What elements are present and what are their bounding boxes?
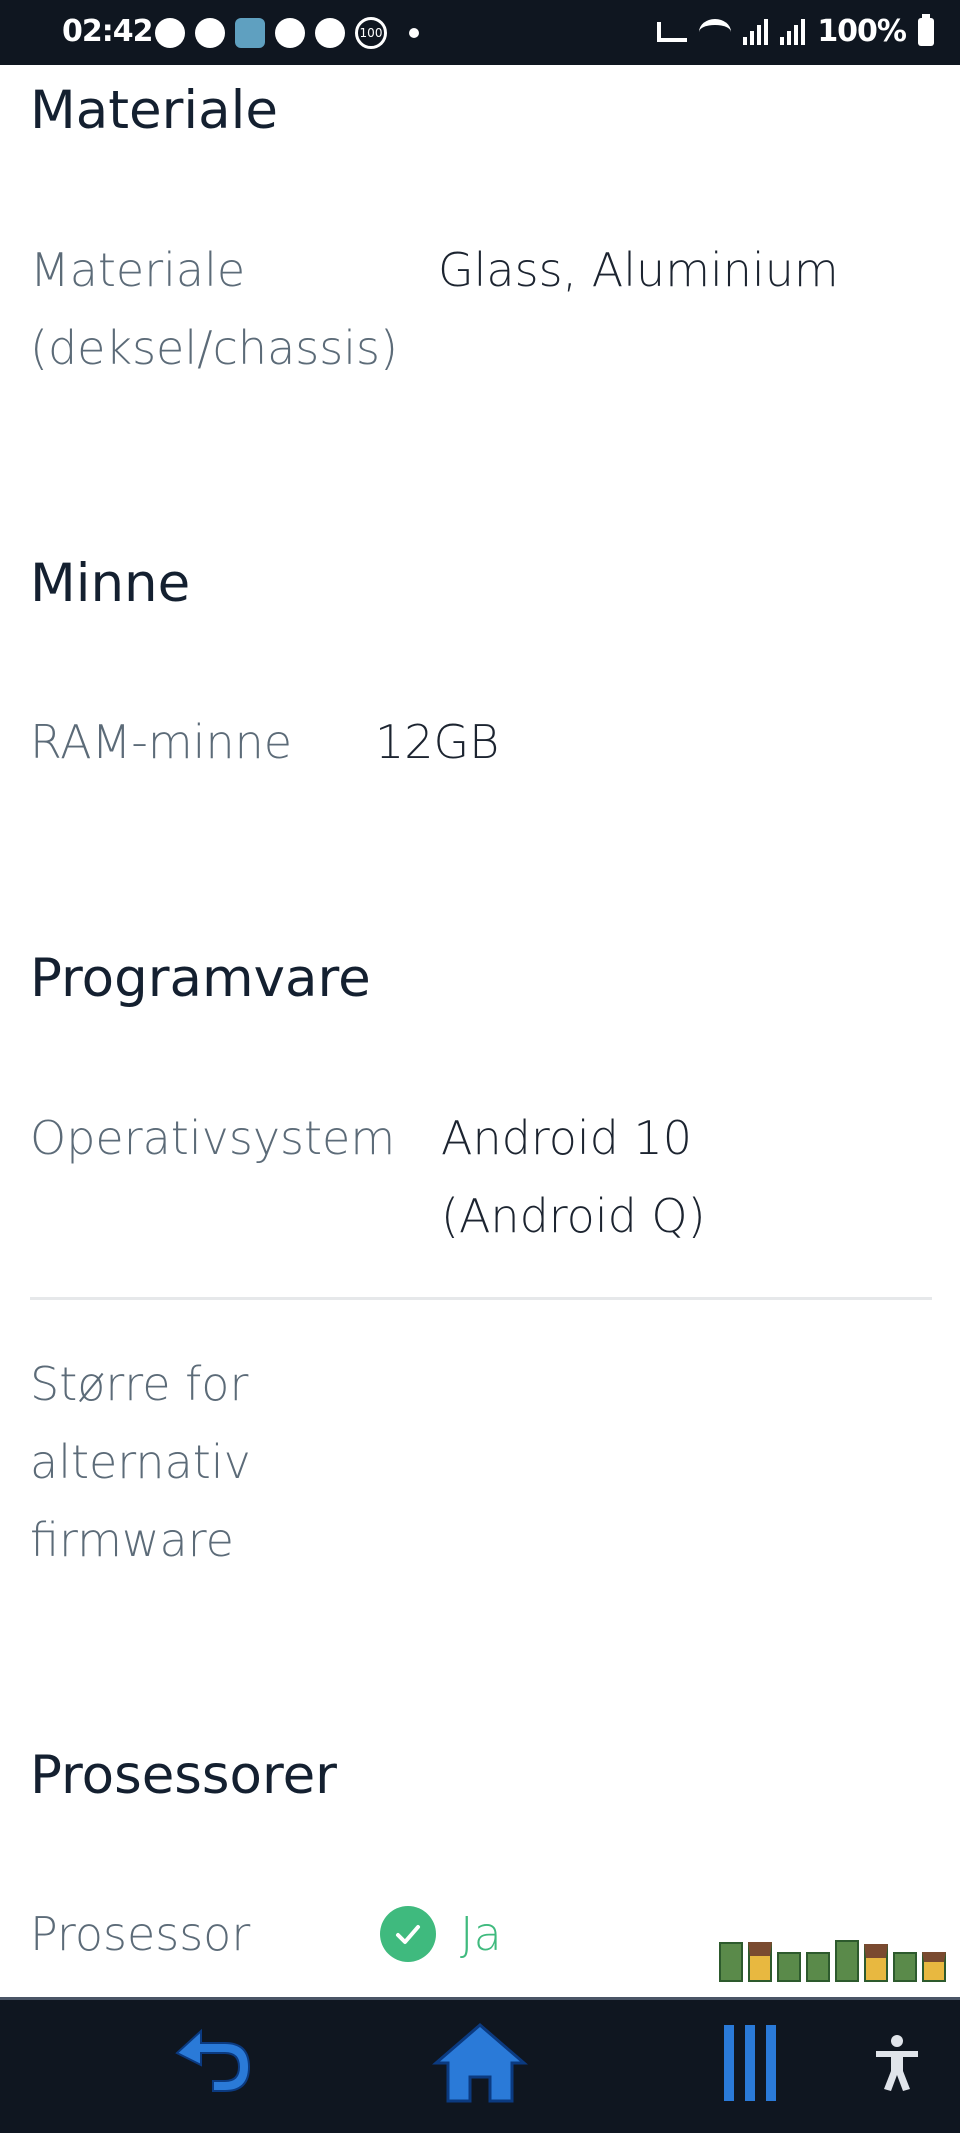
status-bar: 02:42 100 100% <box>0 0 960 65</box>
game-controller-icon <box>195 18 225 48</box>
status-time: 02:42 <box>62 14 153 49</box>
battery-icon <box>918 13 934 46</box>
discord-icon <box>315 18 345 48</box>
section-title-prosessorer: Prosessorer <box>30 1745 337 1806</box>
signal-1-icon <box>743 18 769 45</box>
status-right: 100% <box>657 13 934 49</box>
mini-bar <box>835 1940 859 1982</box>
mini-bar <box>893 1952 917 1982</box>
mini-bar-widget <box>719 1940 946 1982</box>
mini-bar <box>922 1952 946 1982</box>
mini-bar <box>864 1944 888 1982</box>
spec-value-ram: 12GB <box>375 715 500 769</box>
spec-value-os: Android 10 (Android Q) <box>441 1111 706 1243</box>
mini-bar <box>748 1942 772 1982</box>
mini-bar <box>806 1952 830 1982</box>
facebook-icon <box>275 18 305 48</box>
spec-label-prosessor: Prosessor <box>30 1907 251 1961</box>
home-icon <box>432 2023 528 2103</box>
wifi-icon <box>699 18 732 45</box>
spec-label-firmware: Større for alternativ firmware <box>30 1357 251 1567</box>
section-title-materiale: Materiale <box>30 80 278 141</box>
home-button[interactable] <box>430 2018 530 2108</box>
messages-icon <box>155 18 185 48</box>
spec-label-materiale: Materiale (deksel/chassis) <box>30 243 398 375</box>
spec-value-materiale: Glass, Aluminium <box>438 243 839 297</box>
sleep-mode-icon <box>657 21 688 42</box>
battery-percent: 100% <box>817 14 907 49</box>
accessibility-button[interactable] <box>852 2018 942 2108</box>
row-divider <box>30 1297 932 1300</box>
section-title-minne: Minne <box>30 553 191 614</box>
notification-icons: 100 <box>155 17 419 49</box>
recent-apps-button[interactable] <box>700 2018 800 2108</box>
recent-apps-icon <box>724 2025 776 2101</box>
mini-bar <box>777 1952 801 1982</box>
navigation-bar <box>0 1997 960 2133</box>
spec-label-os: Operativsystem <box>30 1111 396 1165</box>
accessibility-icon <box>876 2035 918 2091</box>
back-button[interactable] <box>162 2018 262 2108</box>
check-circle-icon <box>380 1906 436 1962</box>
app-thumbnail-icon <box>235 18 265 48</box>
more-notifications-dot-icon <box>409 28 419 38</box>
spec-value-prosessor: Ja <box>460 1907 502 1961</box>
spec-label-ram: RAM-minne <box>30 715 293 769</box>
badge-100-icon: 100 <box>355 17 387 49</box>
mini-bar <box>719 1942 743 1982</box>
spec-content[interactable]: Materiale Materiale (deksel/chassis) Gla… <box>0 65 960 1997</box>
signal-2-icon <box>780 18 806 45</box>
back-arrow-icon <box>175 2028 251 2092</box>
section-title-programvare: Programvare <box>30 948 371 1009</box>
